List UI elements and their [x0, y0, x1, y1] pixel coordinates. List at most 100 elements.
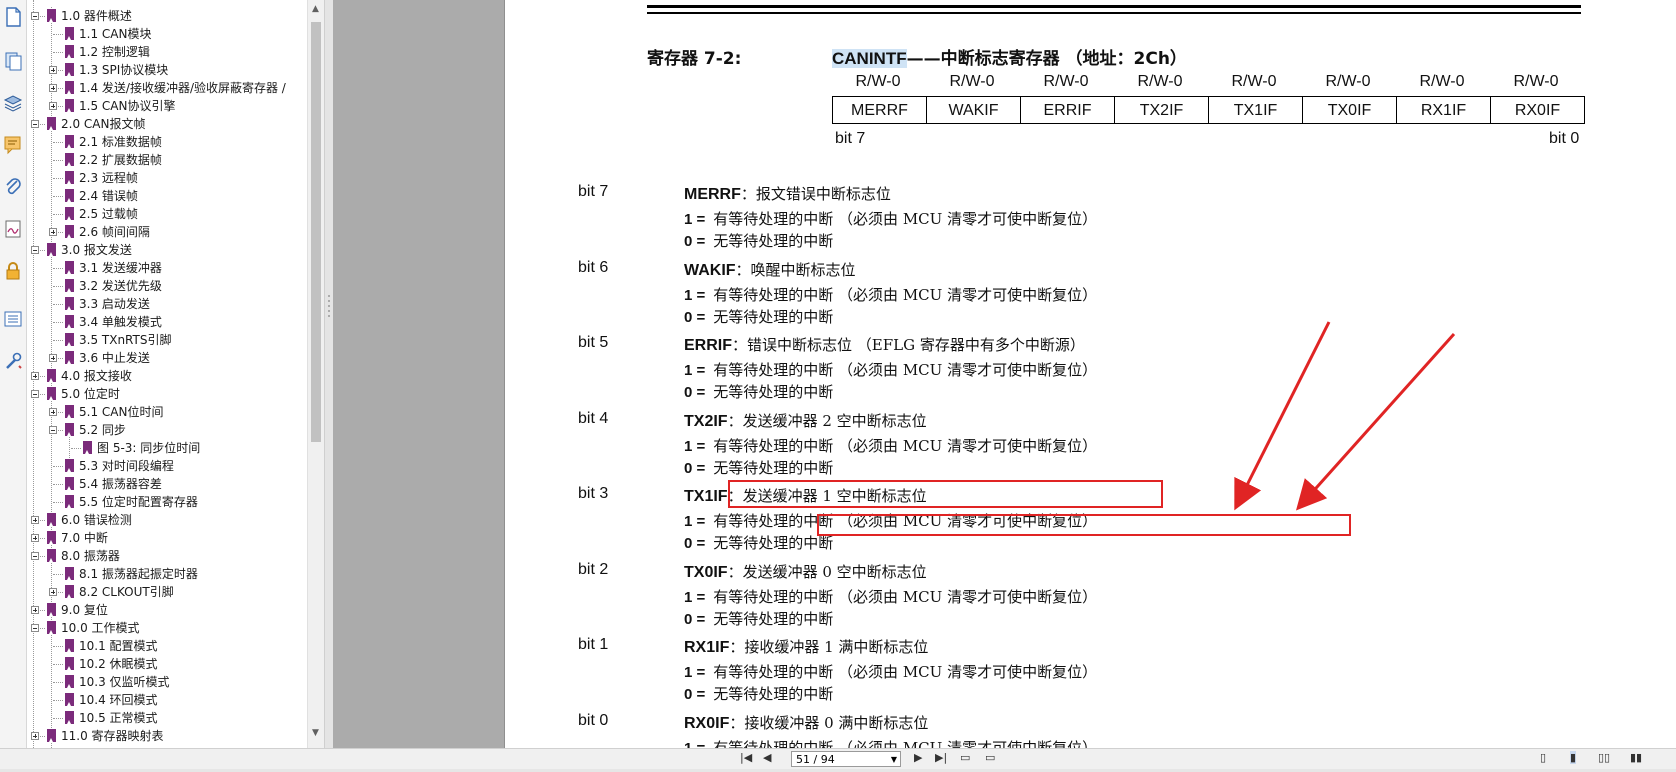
bookmark-item[interactable]: 5.5 位定时配置寄存器: [27, 493, 307, 511]
bookmark-item[interactable]: 10.0 工作模式: [27, 619, 307, 637]
scroll-down-icon[interactable]: ▼: [312, 728, 319, 738]
bookmark-item[interactable]: 2.6 帧间间隔: [27, 223, 307, 241]
bookmark-item[interactable]: 5.3 对时间段编程: [27, 457, 307, 475]
bookmark-item[interactable]: 3.0 报文发送: [27, 241, 307, 259]
bookmark-icon: [65, 459, 74, 472]
bookmark-item[interactable]: 2.2 扩展数据帧: [27, 151, 307, 169]
expand-icon[interactable]: [49, 228, 57, 236]
scroll-thumb[interactable]: [311, 22, 321, 442]
layers-icon[interactable]: [3, 92, 23, 114]
expand-icon[interactable]: [31, 372, 39, 380]
expand-icon[interactable]: [49, 102, 57, 110]
bookmark-item[interactable]: 5.0 位定时: [27, 385, 307, 403]
collapse-icon[interactable]: [31, 390, 39, 398]
tree-connector: [53, 682, 63, 683]
expand-icon[interactable]: [49, 588, 57, 596]
bookmark-label: 图 5-3: 同步位时间: [97, 441, 201, 455]
bookmark-icon: [47, 531, 56, 544]
bookmark-item[interactable]: 11.0 寄存器映射表: [27, 727, 307, 745]
bookmark-item[interactable]: 2.3 远程帧: [27, 169, 307, 187]
tree-connector: [53, 664, 63, 665]
expand-icon[interactable]: [31, 606, 39, 614]
bookmark-item[interactable]: 9.0 复位: [27, 601, 307, 619]
bookmark-item[interactable]: 10.2 休眠模式: [27, 655, 307, 673]
signature-icon[interactable]: [3, 218, 23, 240]
bookmark-item[interactable]: 3.3 启动发送: [27, 295, 307, 313]
bookmark-item[interactable]: 3.4 单触发模式: [27, 313, 307, 331]
bookmark-item[interactable]: 1.3 SPI协议模块: [27, 61, 307, 79]
bookmark-item[interactable]: 7.0 中断: [27, 529, 307, 547]
bookmark-item[interactable]: 5.1 CAN位时间: [27, 403, 307, 421]
expand-icon[interactable]: [31, 516, 39, 524]
attachment-icon[interactable]: [3, 176, 23, 198]
collapse-icon[interactable]: [31, 624, 39, 632]
page-number-input[interactable]: 51 / 94 ▼: [791, 751, 901, 767]
bookmark-item[interactable]: 1.5 CAN协议引擎: [27, 97, 307, 115]
lock-icon[interactable]: [3, 260, 23, 282]
next-page-icon[interactable]: ▶: [914, 751, 922, 764]
bookmarks-scrollbar[interactable]: ▲ ▼: [307, 0, 324, 748]
print-icon[interactable]: ▭: [960, 751, 970, 764]
continuous-facing-view-icon[interactable]: ▮▮: [1630, 751, 1642, 764]
bookmark-item[interactable]: 10.1 配置模式: [27, 637, 307, 655]
bookmark-item[interactable]: 10.3 仅监听模式: [27, 673, 307, 691]
expand-icon[interactable]: [31, 534, 39, 542]
bookmark-item[interactable]: 6.0 错误检测: [27, 511, 307, 529]
bookmark-item[interactable]: 3.1 发送缓冲器: [27, 259, 307, 277]
bookmark-item[interactable]: 2.1 标准数据帧: [27, 133, 307, 151]
bookmark-item[interactable]: 3.6 中止发送: [27, 349, 307, 367]
bookmark-item[interactable]: 1.1 CAN模块: [27, 25, 307, 43]
comments-icon[interactable]: [3, 134, 23, 156]
bookmark-item[interactable]: 5.4 振荡器容差: [27, 475, 307, 493]
bookmark-item[interactable]: 10.5 正常模式: [27, 709, 307, 727]
expand-icon[interactable]: [49, 66, 57, 74]
bookmark-item[interactable]: 8.1 振荡器起振定时器: [27, 565, 307, 583]
continuous-view-icon[interactable]: ▮: [1570, 751, 1577, 764]
bookmark-item[interactable]: 8.2 CLKOUT引脚: [27, 583, 307, 601]
bookmark-label: 10.3 仅监听模式: [79, 675, 170, 689]
bookmark-item[interactable]: 2.5 过载帧: [27, 205, 307, 223]
bookmark-item[interactable]: 3.5 TXnRTS引脚: [27, 331, 307, 349]
bookmark-item[interactable]: 1.2 控制逻辑: [27, 43, 307, 61]
bookmark-item[interactable]: 5.2 同步: [27, 421, 307, 439]
bookmark-label: 8.0 振荡器: [61, 549, 120, 563]
thumbnails-icon[interactable]: [3, 50, 23, 72]
chevron-down-icon[interactable]: ▼: [891, 752, 897, 768]
page-icon[interactable]: [3, 6, 23, 28]
bookmark-item[interactable]: 8.0 振荡器: [27, 547, 307, 565]
bookmark-item[interactable]: 图 5-3: 同步位时间: [27, 439, 307, 457]
fields-icon[interactable]: [3, 308, 23, 330]
bookmark-item[interactable]: 10.4 环回模式: [27, 691, 307, 709]
bookmark-icon: [65, 99, 74, 112]
bookmark-item[interactable]: 1.0 器件概述: [27, 7, 307, 25]
tools-icon[interactable]: [3, 350, 23, 372]
first-page-icon[interactable]: |◀: [740, 751, 752, 764]
prev-page-icon[interactable]: ◀: [763, 751, 771, 764]
page-number-text: 51 / 94: [796, 753, 835, 766]
scroll-up-icon[interactable]: ▲: [312, 4, 319, 14]
panel-splitter[interactable]: [324, 0, 333, 768]
facing-view-icon[interactable]: ▯▯: [1598, 751, 1610, 764]
collapse-icon[interactable]: [31, 120, 39, 128]
bookmark-icon: [65, 45, 74, 58]
collapse-icon[interactable]: [31, 246, 39, 254]
expand-icon[interactable]: [31, 732, 39, 740]
bookmark-item[interactable]: 1.4 发送/接收缓冲器/验收屏蔽寄存器 /: [27, 79, 307, 97]
copy-icon[interactable]: ▭: [985, 751, 995, 764]
single-page-view-icon[interactable]: ▯: [1540, 751, 1546, 764]
bookmark-label: 9.0 复位: [61, 603, 108, 617]
bookmark-item[interactable]: 3.2 发送优先级: [27, 277, 307, 295]
bookmark-icon: [47, 117, 56, 130]
bookmark-icon: [47, 243, 56, 256]
expand-icon[interactable]: [49, 84, 57, 92]
bookmark-item[interactable]: 2.0 CAN报文帧: [27, 115, 307, 133]
collapse-icon[interactable]: [31, 552, 39, 560]
collapse-icon[interactable]: [49, 426, 57, 434]
bookmark-item[interactable]: 2.4 错误帧: [27, 187, 307, 205]
bookmark-item[interactable]: 4.0 报文接收: [27, 367, 307, 385]
expand-icon[interactable]: [49, 354, 57, 362]
expand-icon[interactable]: [49, 408, 57, 416]
last-page-icon[interactable]: ▶|: [935, 751, 947, 764]
collapse-icon[interactable]: [31, 12, 39, 20]
bookmark-label: 10.5 正常模式: [79, 711, 158, 725]
